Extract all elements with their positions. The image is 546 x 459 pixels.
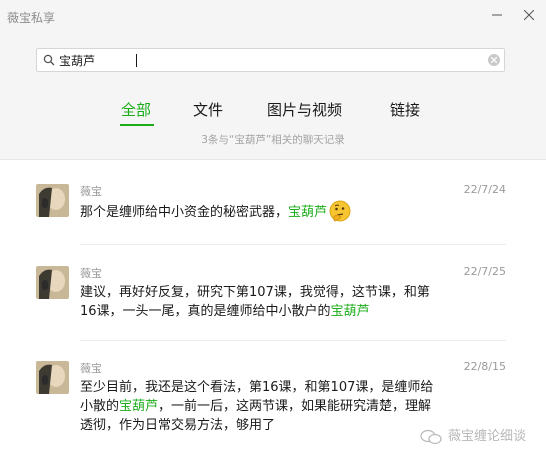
highlighted-keyword: 宝葫芦	[330, 304, 370, 319]
search-icon	[43, 54, 55, 66]
title-bar: 薇宝私享	[0, 0, 546, 34]
clear-search-button[interactable]	[488, 54, 500, 66]
avatar	[36, 184, 69, 217]
message-date: 22/8/15	[463, 360, 506, 373]
wechat-icon	[420, 429, 442, 444]
divider	[80, 244, 506, 245]
tab-files[interactable]: 文件	[193, 99, 223, 120]
results-list: 薇宝 22/7/24 那个是缠师给中小资金的秘密武器，宝葫芦 薇宝 22/7/2…	[0, 160, 546, 459]
message-date: 22/7/24	[463, 183, 506, 196]
highlighted-keyword: 宝葫芦	[288, 205, 328, 220]
message-segment: 那个是缠师给中小资金的秘密武器，	[80, 205, 289, 220]
message-date: 22/7/25	[463, 265, 506, 278]
avatar	[36, 361, 69, 394]
highlighted-keyword: 宝葫芦	[119, 399, 159, 414]
close-button[interactable]	[517, 5, 541, 25]
message-text: 那个是缠师给中小资金的秘密武器，宝葫芦	[80, 200, 440, 222]
search-box[interactable]	[36, 48, 505, 72]
sender-name: 薇宝	[80, 267, 102, 280]
tab-links[interactable]: 链接	[390, 99, 420, 120]
search-input[interactable]	[59, 52, 479, 68]
avatar-image	[36, 184, 69, 217]
tab-all[interactable]: 全部	[121, 99, 151, 120]
avatar-image	[36, 361, 69, 394]
avatar-image	[36, 266, 69, 299]
search-header: 全部 文件 图片与视频 链接 3条与“宝葫芦”相关的聊天记录	[0, 34, 546, 160]
message-text: 至少目前，我还是这个看法，第16课，和第107课，是缠师给小散的宝葫芦，一前一后…	[80, 378, 440, 435]
message-segment: 建议，再好好反复，研究下第107课，我觉得，这节课，和第16课，一头一尾，真的是…	[80, 285, 430, 319]
text-cursor	[136, 54, 137, 67]
window-title: 薇宝私享	[7, 11, 56, 25]
watermark-text: 薇宝缠论细谈	[448, 429, 527, 444]
sender-name: 薇宝	[80, 185, 102, 198]
minimize-button[interactable]	[485, 5, 509, 25]
close-icon	[523, 9, 535, 21]
thinking-face-icon	[329, 200, 351, 222]
result-summary: 3条与“宝葫芦”相关的聊天记录	[201, 134, 345, 146]
message-text: 建议，再好好反复，研究下第107课，我觉得，这节课，和第16课，一头一尾，真的是…	[80, 283, 440, 321]
tab-images-videos[interactable]: 图片与视频	[267, 99, 342, 120]
active-tab-indicator	[120, 124, 154, 126]
avatar	[36, 266, 69, 299]
minimize-icon	[492, 14, 502, 16]
clear-icon	[491, 57, 497, 63]
sender-name: 薇宝	[80, 362, 102, 375]
watermark: 薇宝缠论细谈	[420, 425, 526, 445]
divider	[80, 340, 506, 341]
